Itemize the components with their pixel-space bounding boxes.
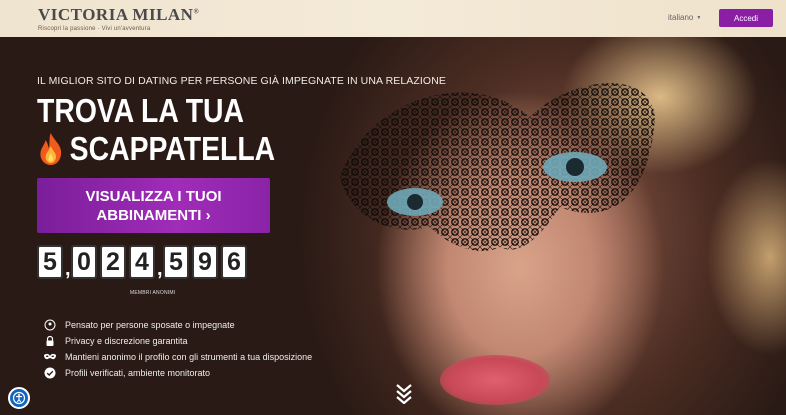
cta-label-line-1: VISUALIZZA I TUOI [85, 187, 222, 205]
hero-headline: TROVA LA TUA SCAPPATELLA [37, 92, 275, 168]
view-matches-button[interactable]: VISUALIZZA I TUOI ABBINAMENTI › [37, 178, 270, 233]
feature-item: Privacy e discrezione garantita [43, 333, 312, 349]
logo[interactable]: VICTORIA MILAN® Riscopri la passione · V… [38, 5, 199, 32]
feature-list: Pensato per persone sposate o impegnate … [43, 317, 312, 381]
counter-digit: 4 [129, 245, 155, 279]
location-pin-icon [43, 318, 57, 332]
caret-down-icon: ▼ [696, 14, 702, 21]
lace-mask-image [340, 83, 655, 251]
member-counter: 5 , 0 2 4 , 5 9 6 [37, 245, 250, 280]
feature-item: Pensato per persone sposate o impegnate [43, 317, 312, 333]
feature-text: Pensato per persone sposate o impegnate [65, 320, 235, 330]
feature-item: Mantieni anonimo il profilo con gli stru… [43, 349, 312, 365]
logo-text: VICTORIA MILAN [38, 5, 194, 24]
cta-label-line-2: ABBINAMENTI › [96, 206, 211, 224]
language-selector[interactable]: italiano ▼ [668, 13, 701, 22]
accessibility-button[interactable] [8, 387, 30, 409]
flame-icon [40, 133, 62, 165]
counter-digit: 2 [100, 245, 126, 279]
logo-registered-mark: ® [193, 7, 200, 16]
verified-check-icon [43, 366, 57, 380]
headline-line-2: SCAPPATELLA [69, 130, 276, 167]
mask-icon [43, 350, 57, 364]
accessibility-icon [12, 391, 26, 405]
feature-text: Profili verificati, ambiente monitorato [65, 368, 211, 378]
scroll-down-icon[interactable] [395, 382, 413, 404]
login-button[interactable]: Accedi [719, 9, 773, 27]
counter-label: MEMBRI ANONIMI [130, 290, 176, 296]
counter-digit: 6 [221, 245, 247, 279]
feature-item: Profili verificati, ambiente monitorato [43, 365, 312, 381]
language-label: italiano [668, 13, 694, 22]
feature-text: Privacy e discrezione garantita [65, 336, 188, 346]
counter-digit: 5 [37, 245, 63, 279]
counter-digit: 9 [192, 245, 218, 279]
counter-digit: 5 [163, 245, 189, 279]
hero-eyebrow: IL MIGLIOR SITO DI DATING PER PERSONE GI… [37, 75, 446, 87]
logo-tagline: Riscopri la passione · Vivi un'avventura [38, 26, 151, 32]
hero-section: IL MIGLIOR SITO DI DATING PER PERSONE GI… [0, 37, 786, 415]
feature-text: Mantieni anonimo il profilo con gli stru… [65, 352, 313, 362]
padlock-icon [43, 334, 57, 348]
counter-digit: 0 [71, 245, 97, 279]
headline-line-1: TROVA LA TUA [37, 92, 245, 129]
lips-image [440, 355, 550, 405]
top-bar: VICTORIA MILAN® Riscopri la passione · V… [0, 0, 786, 37]
